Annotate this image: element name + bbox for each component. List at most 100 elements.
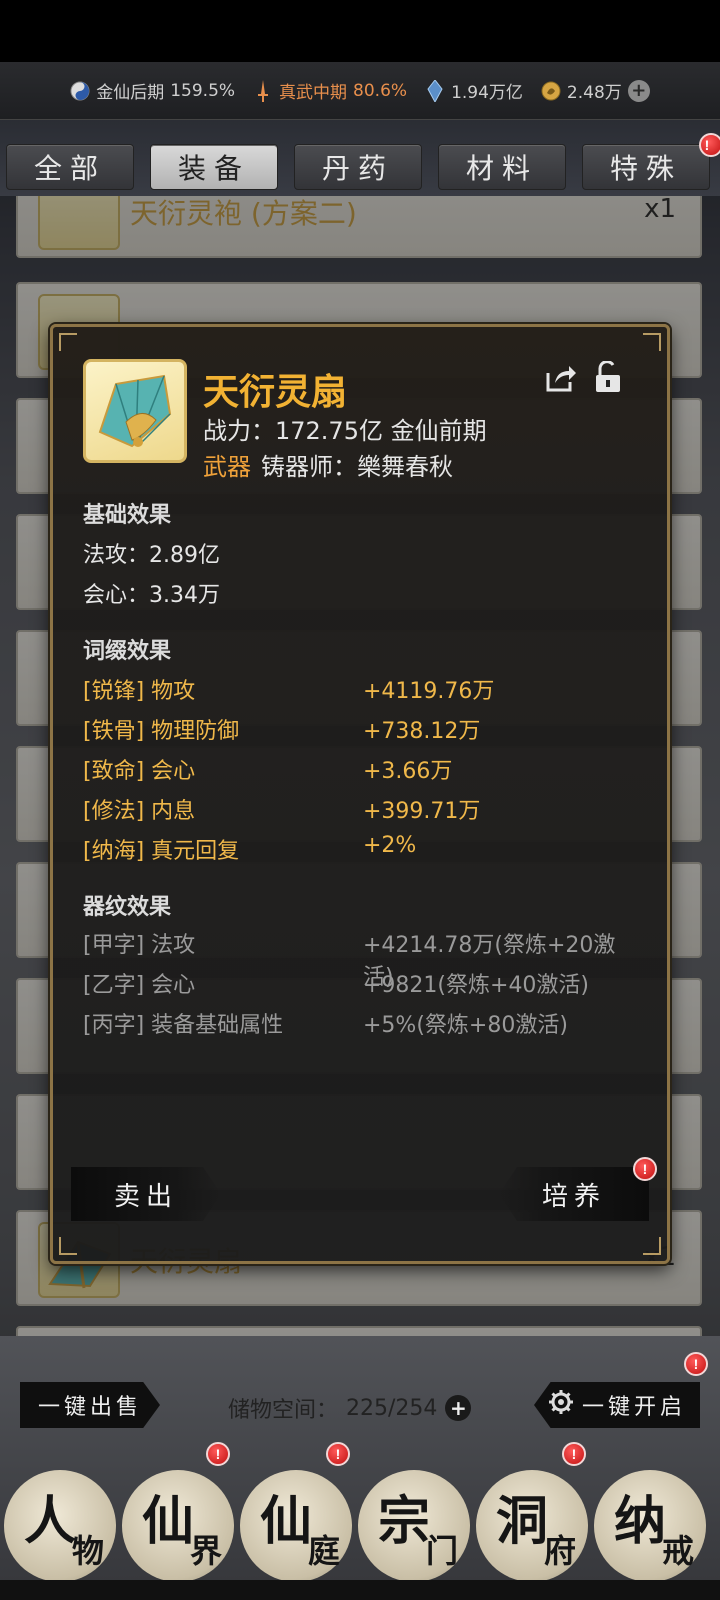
affix-value: +3.66万 bbox=[363, 759, 453, 784]
storage-space: 储物空间： 225/254 + bbox=[228, 1392, 472, 1424]
notification-badge: ! bbox=[206, 1442, 230, 1466]
base-stat: 法攻：2.89亿 bbox=[83, 543, 220, 568]
pattern-effects-heading: 器纹效果 bbox=[83, 895, 172, 920]
top-black-bar bbox=[0, 0, 720, 62]
tab-special[interactable]: 特殊 ! bbox=[582, 133, 720, 190]
notification-badge: ! bbox=[699, 133, 720, 157]
item-detail-modal: 天衍灵扇 战力：172.75亿 金仙前期 武器 铸器师：樂舞春秋 基础效果 法攻：… bbox=[50, 324, 670, 1264]
nav-immortal-court[interactable]: 仙 庭 bbox=[240, 1470, 352, 1582]
pattern-row: [丙字] 装备基础属性 +5%(祭炼+80激活) bbox=[83, 1007, 643, 1039]
nav-char-sub: 庭 bbox=[307, 1532, 340, 1570]
sell-button[interactable]: 卖出 bbox=[71, 1167, 221, 1221]
crystal-stat: 1.94万亿 bbox=[425, 78, 523, 103]
affix-row: [修法] 内息 +399.71万 bbox=[83, 793, 643, 825]
affix-value: +399.71万 bbox=[363, 799, 481, 824]
corner-ornament bbox=[643, 333, 661, 351]
fan-item-icon bbox=[83, 359, 187, 463]
realm-stat: 金仙后期 159.5% bbox=[70, 78, 235, 103]
affix-row: [致命] 会心 +3.66万 bbox=[83, 753, 643, 785]
corner-ornament bbox=[59, 1237, 77, 1255]
storage-label: 储物空间： bbox=[228, 1398, 339, 1423]
nav-char-main: 人 bbox=[23, 1490, 76, 1552]
pattern-value: +5%(祭炼+80激活) bbox=[363, 1013, 568, 1038]
category-tabs: 全部 装备 丹药 材料 特殊 ! bbox=[6, 133, 720, 190]
nav-char-sub: 戒 bbox=[661, 1532, 694, 1570]
affix-row: [铁骨] 物理防御 +738.12万 bbox=[83, 713, 643, 745]
coin-icon bbox=[541, 81, 561, 101]
affix-value: +2% bbox=[363, 833, 417, 858]
pattern-value: +9821(祭炼+40激活) bbox=[363, 973, 590, 998]
pattern-name: [乙字] 会心 bbox=[83, 973, 196, 998]
taichi-icon bbox=[70, 81, 90, 101]
notification-badge: ! bbox=[326, 1442, 350, 1466]
affix-name: [锐锋] 物攻 bbox=[83, 679, 196, 704]
crystal-value: 1.94万亿 bbox=[451, 83, 523, 103]
nav-sect[interactable]: 宗 门 bbox=[358, 1470, 470, 1582]
weapon-type: 武器 bbox=[203, 453, 251, 481]
item-title: 天衍灵扇 bbox=[203, 372, 348, 413]
crystal-icon bbox=[425, 79, 445, 102]
cultivate-button[interactable]: 培养 bbox=[499, 1167, 649, 1221]
tab-all[interactable]: 全部 bbox=[6, 144, 134, 190]
affix-name: [铁骨] 物理防御 bbox=[83, 719, 240, 744]
affix-name: [修法] 内息 bbox=[83, 799, 196, 824]
nav-char-main: 仙 bbox=[259, 1490, 312, 1552]
bottom-action-bar: 一键出售 储物空间： 225/254 + 一键开启 ! bbox=[0, 1352, 720, 1432]
affix-value: +738.12万 bbox=[363, 719, 481, 744]
nav-char-sub: 物 bbox=[71, 1532, 104, 1570]
smith-name: 铸器师：樂舞春秋 bbox=[261, 453, 453, 481]
nav-char-sub: 府 bbox=[543, 1532, 576, 1570]
notification-badge: ! bbox=[562, 1442, 586, 1466]
affix-row: [锐锋] 物攻 +4119.76万 bbox=[83, 673, 643, 705]
affix-value: +4119.76万 bbox=[363, 679, 495, 704]
notification-badge: ! bbox=[684, 1352, 708, 1376]
nav-char-main: 纳 bbox=[613, 1490, 666, 1552]
resource-status-bar: 金仙后期 159.5% 真武中期 80.6% 1.94万亿 2.48万 + bbox=[0, 62, 720, 120]
storage-value: 225/254 bbox=[346, 1395, 438, 1421]
nav-storage-ring[interactable]: 纳 戒 bbox=[594, 1470, 706, 1582]
item-power: 战力：172.75亿 金仙前期 bbox=[203, 417, 487, 445]
base-effects-heading: 基础效果 bbox=[83, 503, 172, 528]
base-stat: 会心：3.34万 bbox=[83, 583, 220, 608]
nav-char-main: 洞 bbox=[495, 1490, 548, 1552]
corner-ornament bbox=[59, 333, 77, 351]
martial-percent: 80.6% bbox=[353, 80, 408, 101]
affix-row: [纳海] 真元回复 +2% bbox=[83, 833, 643, 865]
add-coin-button[interactable]: + bbox=[627, 79, 650, 102]
realm-label: 金仙后期 bbox=[96, 83, 165, 103]
nav-cave[interactable]: 洞 府 bbox=[476, 1470, 588, 1582]
martial-label: 真武中期 bbox=[279, 83, 348, 103]
unlock-icon[interactable] bbox=[593, 360, 623, 393]
coin-stat: 2.48万 + bbox=[541, 78, 650, 103]
bottom-edge bbox=[0, 1580, 720, 1600]
open-all-label: 一键开启 bbox=[581, 1395, 686, 1420]
open-all-button[interactable]: 一键开启 bbox=[534, 1382, 700, 1428]
tab-special-label: 特殊 bbox=[609, 152, 682, 185]
expand-storage-button[interactable]: + bbox=[445, 1395, 472, 1421]
share-icon[interactable] bbox=[545, 363, 577, 393]
tab-materials[interactable]: 材料 bbox=[438, 144, 566, 190]
coin-value: 2.48万 bbox=[566, 83, 622, 103]
sell-all-button[interactable]: 一键出售 bbox=[20, 1382, 160, 1428]
martial-stat: 真武中期 80.6% bbox=[253, 78, 407, 103]
gear-icon bbox=[548, 1389, 574, 1421]
affix-name: [纳海] 真元回复 bbox=[83, 839, 240, 864]
sword-icon bbox=[253, 79, 273, 102]
tab-pills[interactable]: 丹药 bbox=[294, 144, 422, 190]
nav-immortal-realm[interactable]: 仙 界 bbox=[122, 1470, 234, 1582]
realm-percent: 159.5% bbox=[170, 80, 236, 101]
corner-ornament bbox=[643, 1237, 661, 1255]
bottom-navigation: 人 物 仙 界 仙 庭 宗 门 洞 府 纳 戒 ! ! ! bbox=[0, 1442, 720, 1600]
nav-character[interactable]: 人 物 bbox=[4, 1470, 116, 1582]
affix-effects-heading: 词缀效果 bbox=[83, 639, 172, 664]
affix-name: [致命] 会心 bbox=[83, 759, 196, 784]
pattern-row: [乙字] 会心 +9821(祭炼+40激活) bbox=[83, 967, 643, 999]
nav-char-main: 宗 bbox=[377, 1490, 430, 1552]
pattern-name: [丙字] 装备基础属性 bbox=[83, 1013, 284, 1038]
nav-char-sub: 界 bbox=[189, 1532, 222, 1570]
nav-char-main: 仙 bbox=[141, 1490, 194, 1552]
nav-char-sub: 门 bbox=[425, 1532, 458, 1570]
notification-badge: ! bbox=[633, 1157, 657, 1181]
tab-equipment[interactable]: 装备 bbox=[150, 144, 278, 190]
item-type-line: 武器 铸器师：樂舞春秋 bbox=[203, 447, 453, 482]
